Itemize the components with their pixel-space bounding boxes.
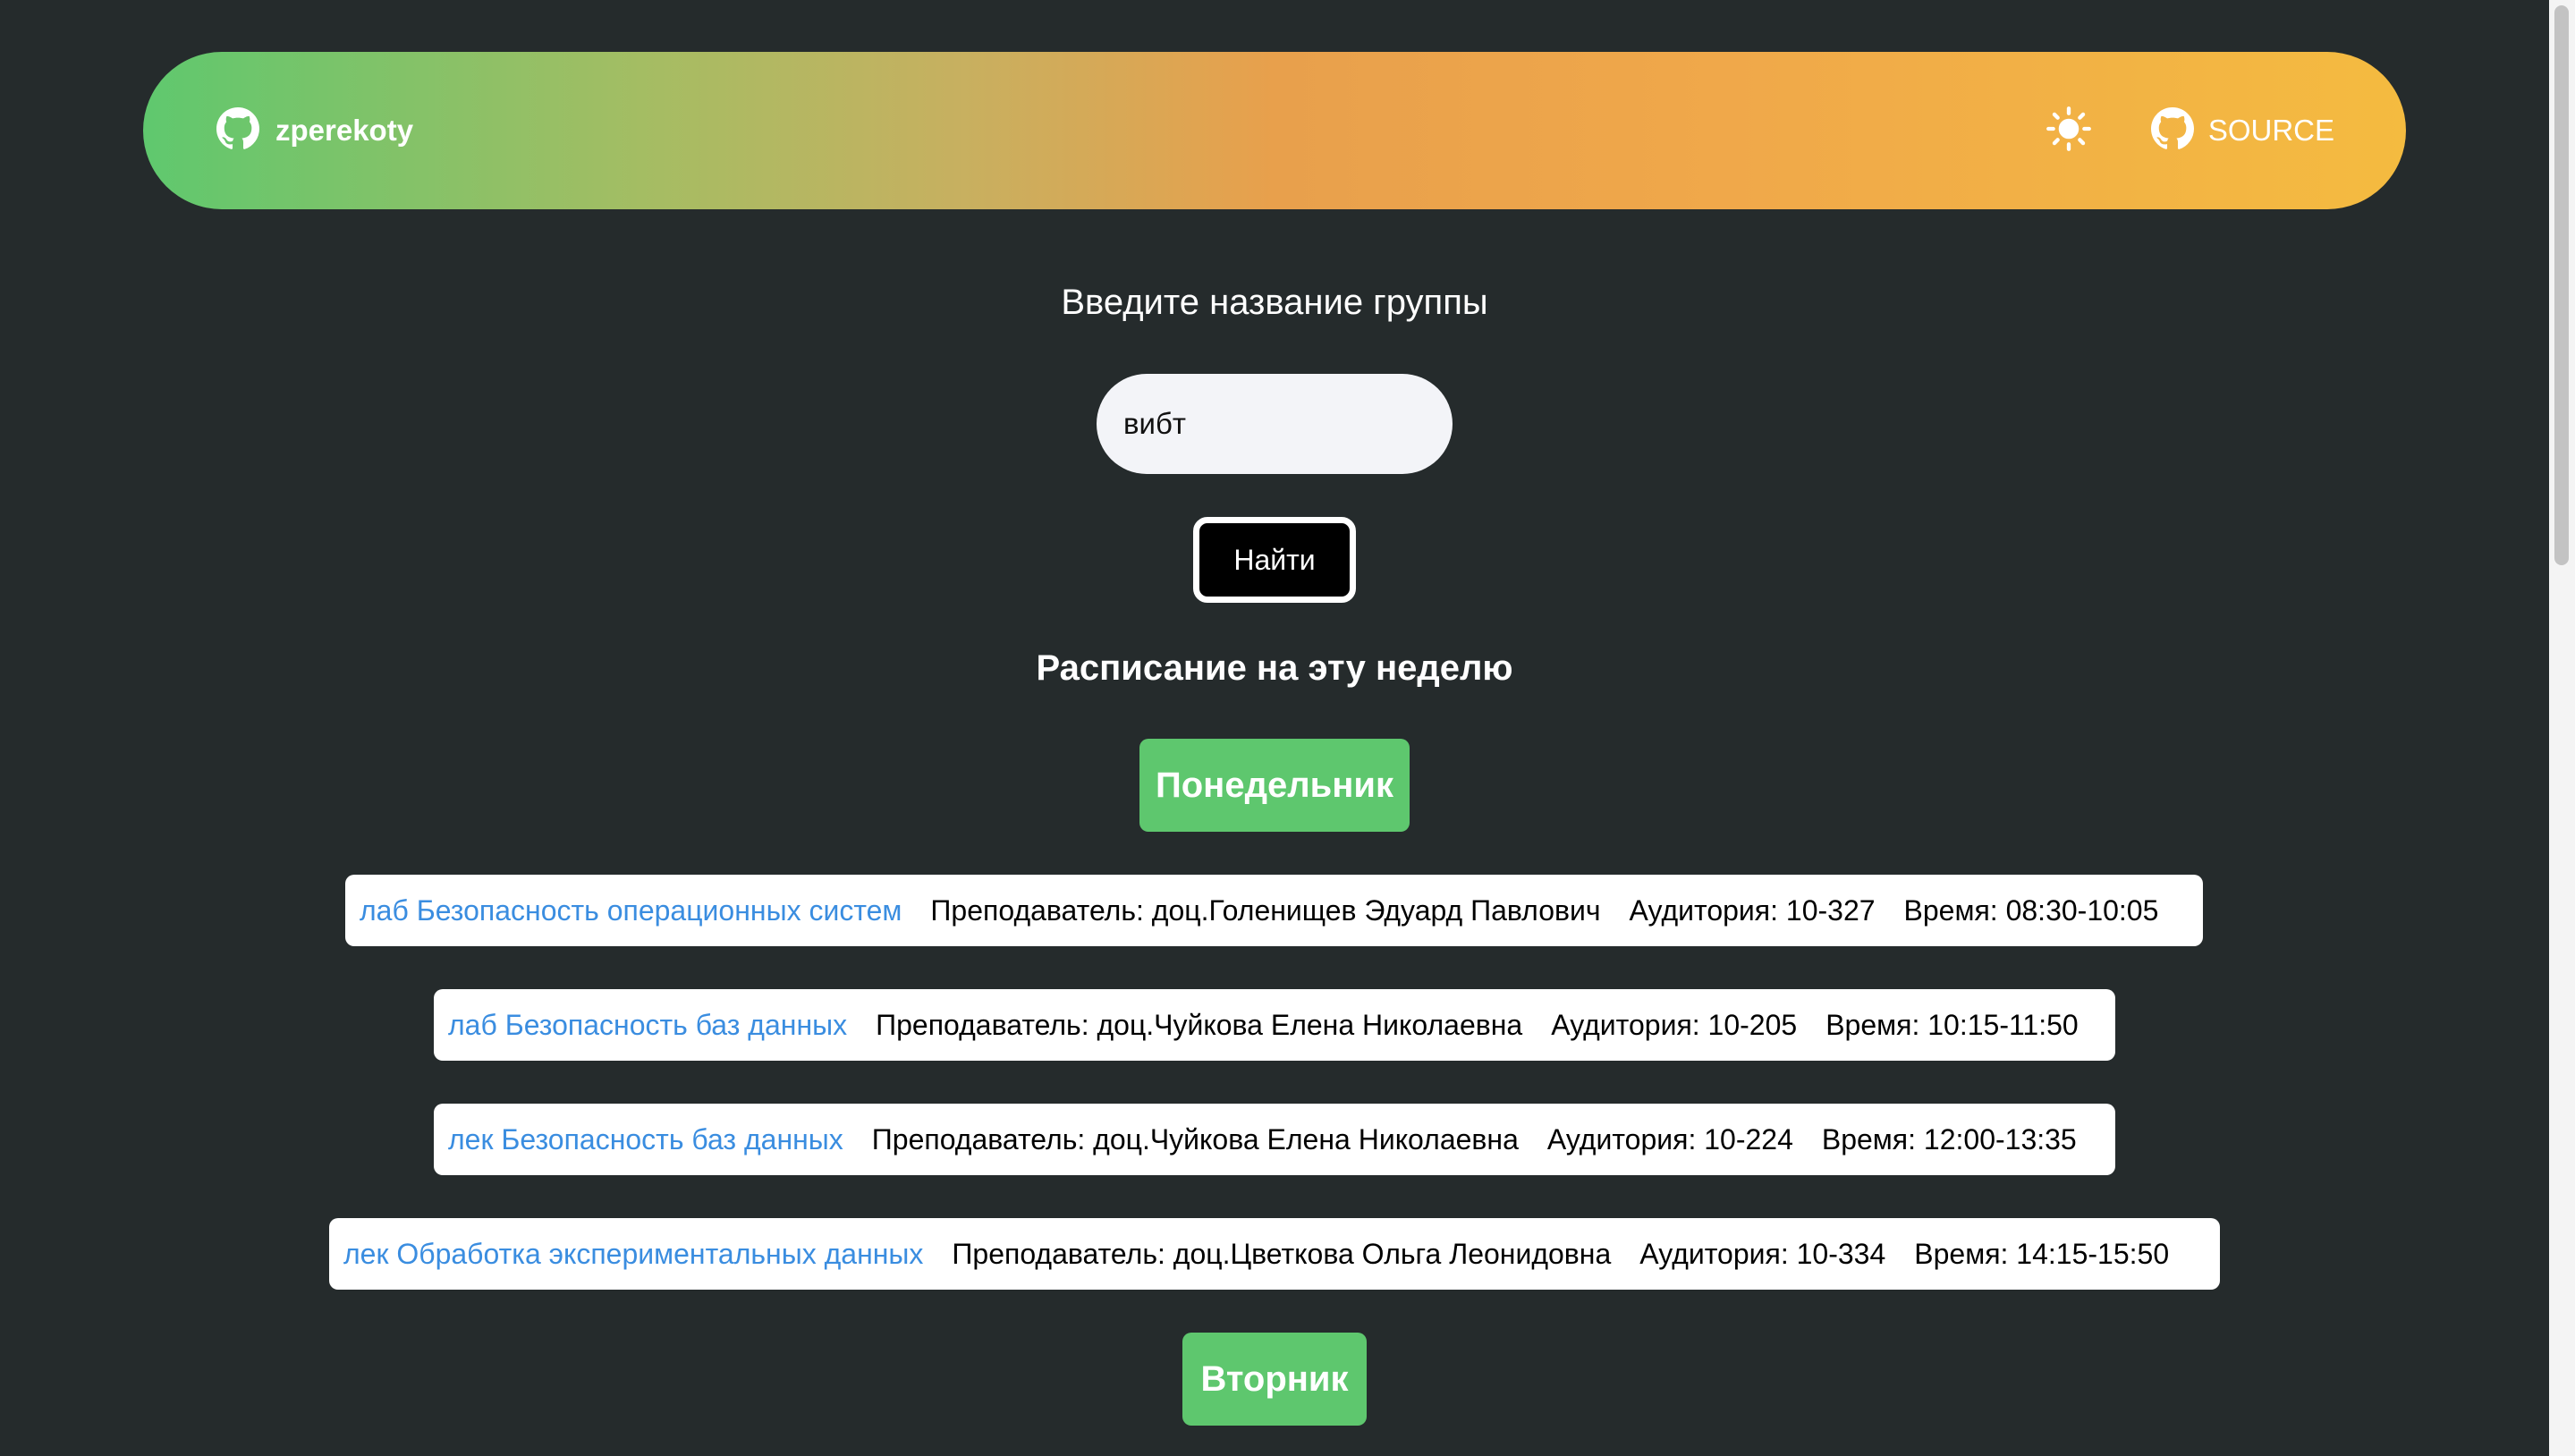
- schedule-heading: Расписание на эту неделю: [1036, 648, 1513, 688]
- lesson-row: лек Безопасность баз данных Преподавател…: [434, 1104, 2115, 1175]
- lesson-time: Время: 14:15-15:50: [1914, 1237, 2170, 1270]
- lesson-teacher: Преподаватель: доц.Чуйкова Елена Николае…: [871, 1122, 1519, 1155]
- lesson-time: Время: 08:30-10:05: [1903, 893, 2159, 927]
- lesson-teacher: Преподаватель: доц.Голенищев Эдуард Павл…: [930, 893, 1601, 927]
- lesson-time: Время: 12:00-13:35: [1821, 1122, 2077, 1155]
- brand-label: zperekoty: [275, 114, 414, 147]
- scrollbar-thumb[interactable]: [2554, 5, 2569, 565]
- find-button[interactable]: Найти: [1193, 517, 1356, 603]
- lesson-title-link[interactable]: лек Безопасность баз данных: [448, 1123, 843, 1156]
- page-scrollbar[interactable]: [2549, 0, 2575, 1456]
- lesson-teacher: Преподаватель: доц.Цветкова Ольга Леонид…: [952, 1237, 1612, 1270]
- lesson-row: лек Обработка экспериментальных данных П…: [329, 1218, 2220, 1290]
- search-title: Введите название группы: [1061, 283, 1488, 322]
- lesson-row: лаб Безопасность операционных систем Пре…: [345, 875, 2203, 946]
- group-search-input[interactable]: [1097, 374, 1453, 474]
- lesson-teacher: Преподаватель: доц.Чуйкова Елена Николае…: [876, 1008, 1523, 1041]
- lesson-time: Время: 10:15-11:50: [1825, 1008, 2079, 1041]
- page: zperekoty SOURCE Введите название группы…: [0, 0, 2549, 1456]
- lesson-room: Аудитория: 10-224: [1546, 1122, 1793, 1155]
- lesson-room: Аудитория: 10-327: [1629, 893, 1876, 927]
- sun-icon: [2046, 106, 2092, 157]
- lesson-room: Аудитория: 10-334: [1639, 1237, 1886, 1270]
- header-actions: SOURCE: [2044, 106, 2334, 156]
- lesson-title-link[interactable]: лаб Безопасность баз данных: [448, 1009, 847, 1042]
- lesson-room: Аудитория: 10-205: [1551, 1008, 1798, 1041]
- lesson-title-link[interactable]: лаб Безопасность операционных систем: [360, 894, 902, 927]
- lesson-row: лаб Безопасность баз данных Преподавател…: [434, 989, 2115, 1061]
- brand-link[interactable]: zperekoty: [216, 106, 414, 155]
- github-icon: [2150, 106, 2194, 155]
- day-button-monday[interactable]: Понедельник: [1139, 739, 1410, 832]
- day-button-tuesday[interactable]: Вторник: [1182, 1333, 1367, 1426]
- lesson-title-link[interactable]: лек Обработка экспериментальных данных: [343, 1238, 923, 1271]
- source-label: SOURCE: [2207, 114, 2334, 147]
- theme-toggle-button[interactable]: [2044, 106, 2094, 156]
- header-bar: zperekoty SOURCE: [143, 52, 2406, 209]
- github-icon: [216, 106, 259, 155]
- source-link[interactable]: SOURCE: [2150, 106, 2334, 155]
